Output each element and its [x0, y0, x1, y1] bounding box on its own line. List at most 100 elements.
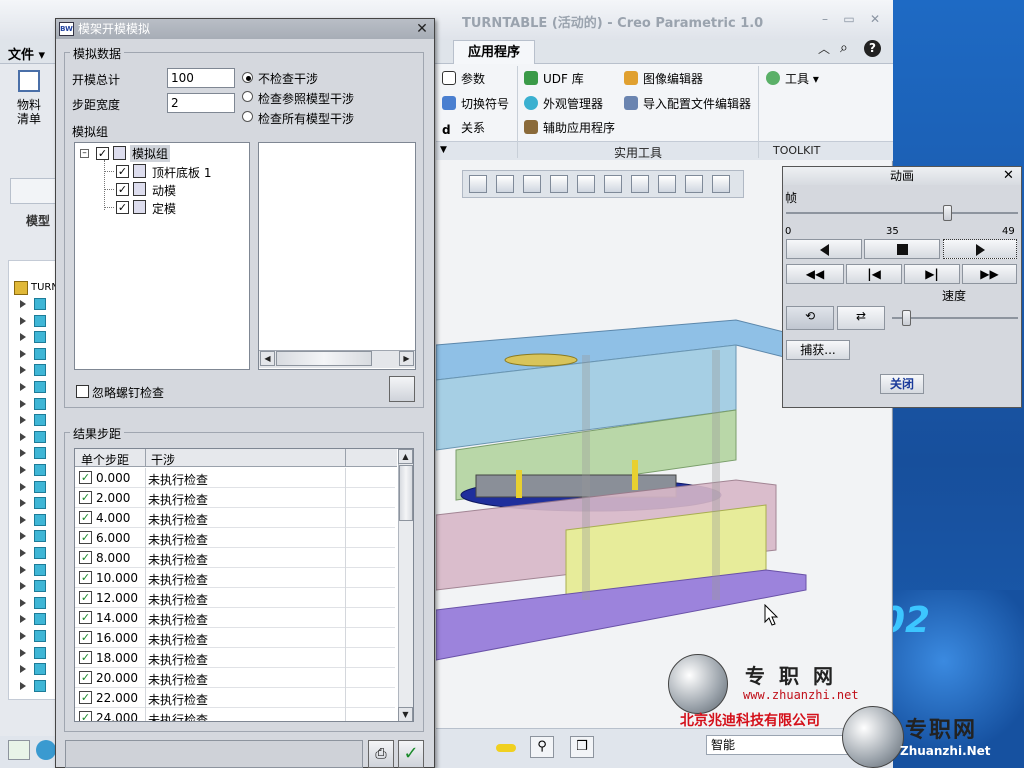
expand-arrow-icon[interactable]: [20, 466, 26, 474]
row-checkbox[interactable]: ✓: [79, 571, 92, 584]
tree-row[interactable]: [20, 679, 60, 694]
row-checkbox[interactable]: ✓: [79, 671, 92, 684]
expand-arrow-icon[interactable]: [20, 349, 26, 358]
row-checkbox[interactable]: ✓: [79, 471, 92, 484]
tree-row[interactable]: [20, 298, 60, 312]
frame-slider-track[interactable]: [786, 212, 1018, 214]
row-checkbox[interactable]: ✓: [79, 491, 92, 504]
expand-arrow-icon[interactable]: [20, 482, 26, 491]
close-window-icon[interactable]: ✕: [866, 12, 884, 26]
scroll-down-icon[interactable]: ▼: [398, 707, 413, 721]
step-forward-button[interactable]: ▶|: [904, 264, 960, 284]
datum-display-icon[interactable]: [658, 175, 676, 193]
expand-arrow-icon[interactable]: [20, 499, 26, 508]
tree-row[interactable]: [20, 464, 60, 478]
aux-apps-button[interactable]: 辅助应用程序: [524, 119, 615, 136]
tree-row[interactable]: [20, 331, 60, 345]
step-width-input[interactable]: 2: [167, 93, 235, 113]
preview-list[interactable]: [258, 142, 416, 370]
appearance-manager-button[interactable]: 外观管理器: [524, 95, 603, 112]
expand-arrow-icon[interactable]: [20, 366, 26, 375]
expand-arrow-icon[interactable]: [20, 665, 26, 674]
table-row[interactable]: ✓ 22.000 未执行检查: [75, 688, 395, 708]
tree-row[interactable]: [20, 513, 60, 528]
tree-row[interactable]: [20, 397, 60, 412]
expand-arrow-icon[interactable]: [20, 582, 26, 591]
capture-button[interactable]: 捕获...: [786, 340, 850, 360]
table-row[interactable]: ✓ 16.000 未执行检查: [75, 628, 395, 648]
tree-row[interactable]: [20, 414, 60, 428]
speed-slider-thumb[interactable]: [902, 310, 911, 326]
tree-row[interactable]: [20, 480, 60, 495]
result-table[interactable]: 单个步距 干涉 ✓ 0.000 未执行检查 ✓ 2.000 未执行检查 ✓ 4.000 未执行检…: [74, 448, 414, 722]
table-row[interactable]: ✓ 10.000 未执行检查: [75, 568, 395, 588]
row-checkbox[interactable]: ✓: [79, 591, 92, 604]
image-editor-button[interactable]: 图像编辑器: [624, 70, 703, 87]
radio-no-check[interactable]: [242, 72, 253, 83]
radio-check-all[interactable]: [242, 111, 253, 122]
expand-arrow-icon[interactable]: [20, 648, 26, 657]
selection-filter[interactable]: 智能: [706, 735, 856, 755]
display-style-icon[interactable]: [577, 175, 595, 193]
scroll-up-icon[interactable]: ▲: [398, 449, 413, 464]
bom-button[interactable]: 物料清单: [12, 70, 46, 138]
tree-row[interactable]: [20, 646, 60, 661]
tree-row[interactable]: [20, 430, 60, 445]
tree-row[interactable]: [20, 630, 60, 644]
group-dropdown-icon[interactable]: ▼: [440, 145, 447, 155]
radio-check-ref[interactable]: [242, 91, 253, 102]
frame-slider-thumb[interactable]: [943, 205, 952, 221]
tree-row[interactable]: [20, 314, 60, 329]
expand-arrow-icon[interactable]: [20, 515, 26, 524]
row-checkbox[interactable]: ✓: [79, 551, 92, 564]
bounce-mode-button[interactable]: ⇄: [837, 306, 885, 330]
item-checkbox[interactable]: ✓: [116, 183, 129, 196]
minimize-icon[interactable]: –: [816, 12, 834, 26]
tree-row[interactable]: [20, 596, 60, 611]
zoom-fit-icon[interactable]: [469, 175, 487, 193]
col-interference-header[interactable]: 干涉: [151, 451, 175, 468]
tree-row[interactable]: [20, 497, 60, 511]
tree-row[interactable]: [20, 364, 60, 378]
tab-applications[interactable]: 应用程序: [453, 40, 535, 64]
saved-views-icon[interactable]: [604, 175, 622, 193]
stop-button[interactable]: [864, 239, 940, 259]
table-row[interactable]: ✓ 12.000 未执行检查: [75, 588, 395, 608]
scroll-left-icon[interactable]: ◀: [260, 351, 275, 366]
expand-arrow-icon[interactable]: [20, 632, 26, 640]
tree-row[interactable]: [20, 381, 60, 395]
step-back-button[interactable]: |◀: [846, 264, 902, 284]
item-checkbox[interactable]: ✓: [116, 165, 129, 178]
row-checkbox[interactable]: ✓: [79, 631, 92, 644]
import-config-button[interactable]: 导入配置文件编辑器: [624, 95, 751, 112]
expand-arrow-icon[interactable]: [20, 432, 26, 441]
play-backward-button[interactable]: [786, 239, 862, 259]
expand-arrow-icon[interactable]: [20, 383, 26, 391]
expand-arrow-icon[interactable]: [20, 416, 26, 425]
dialog-close-icon[interactable]: ✕: [413, 20, 431, 38]
search-icon[interactable]: ⌕: [840, 40, 848, 56]
zoom-out-icon[interactable]: [523, 175, 541, 193]
expand-arrow-icon[interactable]: [20, 565, 26, 574]
tools-button[interactable]: 工具 ▾: [766, 70, 819, 87]
tree-row[interactable]: [20, 613, 60, 627]
tab-file[interactable]: 文件 ▾: [8, 44, 45, 63]
relations-button[interactable]: d 关系: [442, 119, 485, 137]
tree-row[interactable]: [20, 447, 60, 461]
loop-mode-button[interactable]: ⟲: [786, 306, 834, 330]
table-row[interactable]: ✓ 18.000 未执行检查: [75, 648, 395, 668]
cube-icon[interactable]: ❒: [570, 736, 594, 758]
udf-library-button[interactable]: UDF 库: [524, 70, 584, 87]
table-row[interactable]: ✓ 0.000 未执行检查: [75, 468, 395, 488]
table-row[interactable]: ✓ 4.000 未执行检查: [75, 508, 395, 528]
binoculars-icon[interactable]: ⚲: [530, 736, 554, 758]
item-checkbox[interactable]: ✓: [116, 201, 129, 214]
open-total-input[interactable]: 100: [167, 68, 235, 88]
animation-close-icon[interactable]: ✕: [1003, 168, 1014, 183]
ignore-screw-checkbox[interactable]: [76, 385, 89, 398]
tree-row[interactable]: [20, 580, 60, 594]
spin-center-icon[interactable]: [685, 175, 703, 193]
zoom-in-icon[interactable]: [496, 175, 514, 193]
table-row[interactable]: ✓ 14.000 未执行检查: [75, 608, 395, 628]
tree-row[interactable]: [20, 563, 60, 578]
